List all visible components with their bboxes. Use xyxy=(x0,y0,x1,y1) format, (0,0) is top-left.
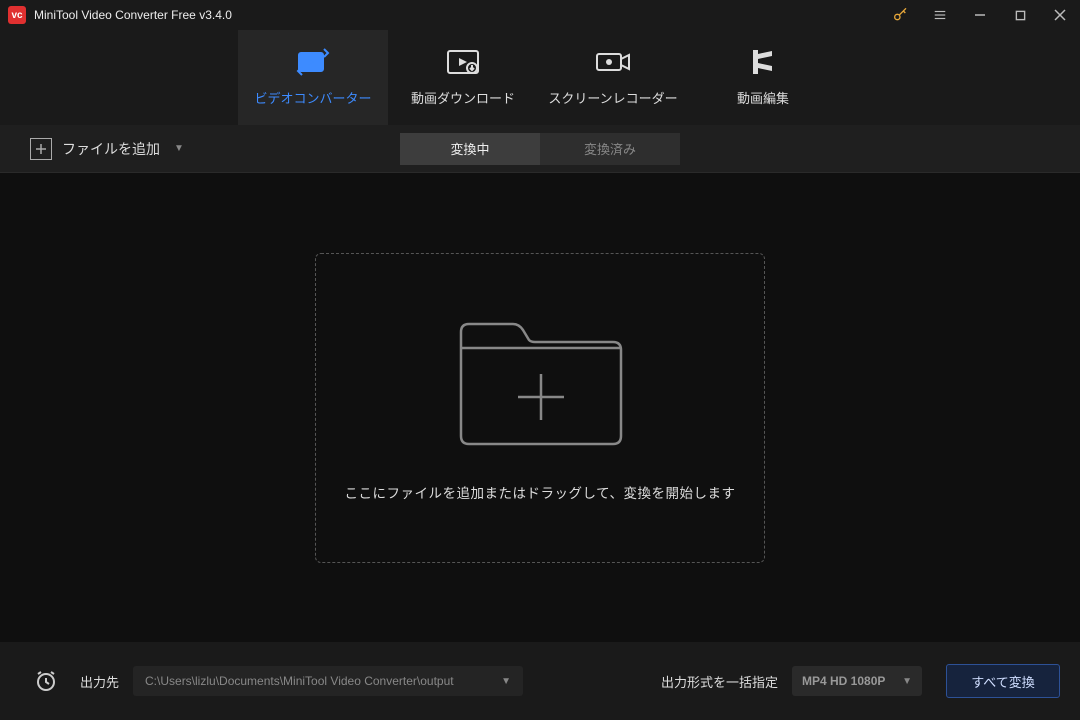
edit-icon xyxy=(749,48,777,76)
folder-add-icon xyxy=(453,314,628,454)
output-path-select[interactable]: C:\Users\lizlu\Documents\MiniTool Video … xyxy=(133,666,523,696)
add-file-label: ファイルを追加 xyxy=(62,139,160,159)
recorder-icon xyxy=(595,48,631,76)
dropzone[interactable]: ここにファイルを追加またはドラッグして、変換を開始します xyxy=(315,253,765,563)
format-label: 出力形式を一括指定 xyxy=(661,672,778,691)
download-icon xyxy=(446,48,480,76)
add-file-button[interactable]: ファイルを追加 ▼ xyxy=(30,138,184,160)
chevron-down-icon: ▼ xyxy=(902,676,912,687)
tab-video-edit[interactable]: 動画編集 xyxy=(688,30,838,125)
minimize-button[interactable] xyxy=(960,0,1000,30)
tab-label: 動画編集 xyxy=(737,88,789,107)
license-key-button[interactable] xyxy=(880,0,920,30)
close-button[interactable] xyxy=(1040,0,1080,30)
tab-video-download[interactable]: 動画ダウンロード xyxy=(388,30,538,125)
menu-button[interactable] xyxy=(920,0,960,30)
tab-video-converter[interactable]: ビデオコンバーター xyxy=(238,30,388,125)
app-title: MiniTool Video Converter Free v3.4.0 xyxy=(34,8,232,22)
main-area: ここにファイルを追加またはドラッグして、変換を開始します xyxy=(0,173,1080,642)
format-value: MP4 HD 1080P xyxy=(802,674,885,688)
tab-label: 動画ダウンロード xyxy=(411,88,515,107)
chevron-down-icon: ▼ xyxy=(174,143,184,154)
app-logo: vc xyxy=(8,6,26,24)
format-select[interactable]: MP4 HD 1080P ▼ xyxy=(792,666,922,696)
chevron-down-icon: ▼ xyxy=(501,676,511,687)
output-label: 出力先 xyxy=(80,672,119,691)
seg-converting[interactable]: 変換中 xyxy=(400,133,540,165)
add-file-icon xyxy=(30,138,52,160)
main-tabs: ビデオコンバーター 動画ダウンロード スクリーンレコーダー 動画編集 xyxy=(0,30,1080,125)
tab-label: ビデオコンバーター xyxy=(254,88,371,107)
history-icon[interactable] xyxy=(34,669,58,693)
convert-all-button[interactable]: すべて変換 xyxy=(946,664,1060,698)
maximize-button[interactable] xyxy=(1000,0,1040,30)
titlebar: vc MiniTool Video Converter Free v3.4.0 xyxy=(0,0,1080,30)
status-segmented: 変換中 変換済み xyxy=(400,133,680,165)
converter-icon xyxy=(296,48,330,76)
output-path-text: C:\Users\lizlu\Documents\MiniTool Video … xyxy=(145,674,454,688)
seg-converted[interactable]: 変換済み xyxy=(540,133,680,165)
tab-screen-recorder[interactable]: スクリーンレコーダー xyxy=(538,30,688,125)
toolbar: ファイルを追加 ▼ 変換中 変換済み xyxy=(0,125,1080,173)
dropzone-text: ここにファイルを追加またはドラッグして、変換を開始します xyxy=(345,482,736,502)
tab-label: スクリーンレコーダー xyxy=(548,88,677,107)
footer: 出力先 C:\Users\lizlu\Documents\MiniTool Vi… xyxy=(0,642,1080,720)
